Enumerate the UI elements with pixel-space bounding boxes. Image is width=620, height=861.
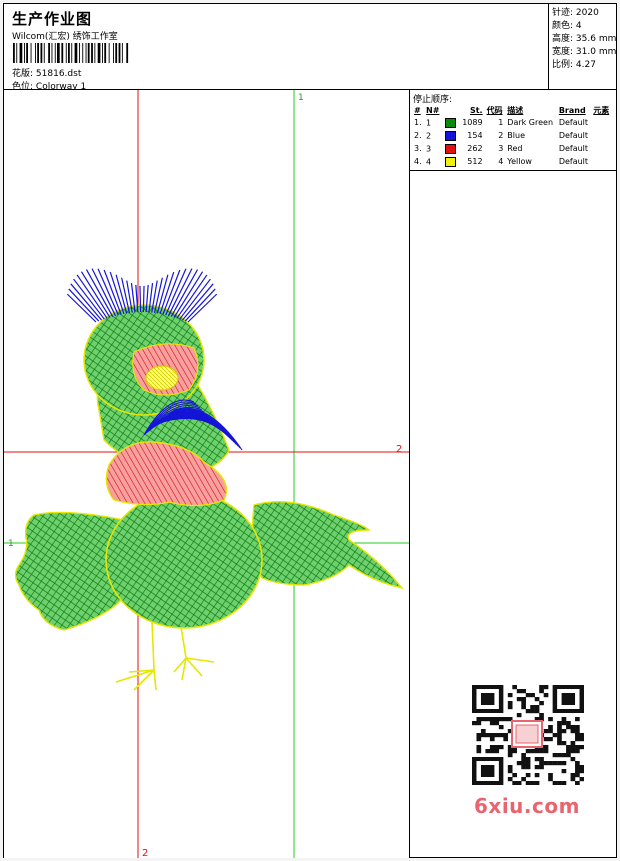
axis-label-top: 1	[298, 93, 304, 103]
axis-label-right: 2	[396, 444, 402, 455]
row-brand: Default	[558, 131, 589, 140]
row-number: 3	[424, 142, 459, 155]
thread-color-swatch	[445, 143, 457, 154]
design-file-label: 花版:	[12, 69, 34, 79]
row-code: 3	[498, 144, 504, 153]
design-preview: 1 2 1 2	[4, 90, 409, 858]
thread-color-swatch	[445, 156, 457, 167]
rooster-eye	[145, 365, 179, 391]
watermark-logo: 6xiu.com	[474, 794, 580, 818]
row-code: 2	[498, 131, 504, 140]
row-index: 1.	[414, 118, 422, 127]
col-description: 描述	[507, 105, 524, 115]
row-element	[591, 116, 612, 129]
page-title: 生产作业图	[12, 10, 93, 28]
rooster-tail	[251, 501, 404, 590]
comb-stitch	[68, 288, 100, 322]
stat-stitches: 针迹: 2020	[552, 8, 599, 18]
stat-width: 宽度: 31.0 mm	[552, 47, 617, 57]
table-row: 2. 2 154 2 Blue Default	[412, 129, 612, 142]
embroidery-drawing: 1 2 1 2	[4, 90, 409, 858]
row-stitches: 512	[467, 157, 483, 166]
production-sheet: 生产作业图 Wilcom(汇宏) 绣饰工作室 花版: 51816.dst 色位:…	[3, 3, 617, 858]
axis-label-bottom: 2	[142, 848, 148, 858]
comb-stitch	[162, 269, 181, 315]
stop-sequence-table: # N# St. 代码 描述 Brand 元素 1. 1 1089 1 Dark Gre…	[412, 104, 612, 168]
design-file-name: 51816.dst	[35, 69, 82, 79]
row-stitches: 262	[467, 144, 483, 153]
thread-color-swatch	[445, 130, 457, 141]
col-brand: Brand	[558, 105, 586, 115]
table-row: 1. 1 1089 1 Dark Green Default	[412, 116, 612, 129]
row-code: 4	[498, 157, 504, 166]
row-brand: Default	[558, 118, 589, 127]
company-name: Wilcom(汇宏) 绣饰工作室	[12, 32, 118, 42]
design-file-line: 花版: 51816.dst	[12, 66, 81, 79]
col-code: 代码	[486, 105, 503, 115]
row-number: 2	[424, 129, 459, 142]
table-row: 3. 3 262 3 Red Default	[412, 142, 612, 155]
stat-colors: 颜色: 4	[552, 21, 582, 31]
comb-stitch	[103, 269, 122, 315]
row-element	[591, 142, 612, 155]
row-description: Dark Green	[507, 118, 554, 127]
rooster-body	[105, 491, 263, 629]
stop-sequence-panel: 停止顺序: # N# St. 代码 描述 Brand 元素 1. 1 1089 1 Da…	[409, 90, 616, 858]
table-header: # N# St. 代码 描述 Brand 元素	[412, 104, 612, 116]
row-description: Blue	[507, 131, 525, 140]
row-index: 3.	[414, 144, 422, 153]
row-description: Red	[507, 144, 523, 153]
rooster-legs	[115, 619, 215, 691]
row-number: 1	[424, 116, 459, 129]
row-code: 1	[498, 118, 504, 127]
qr-code	[472, 685, 584, 785]
row-stitches: 1089	[462, 118, 483, 127]
row-brand: Default	[558, 144, 589, 153]
barcode	[13, 43, 129, 63]
row-element	[591, 129, 612, 142]
col-stitches: St.	[469, 105, 483, 115]
row-index: 2.	[414, 131, 422, 140]
design-stats: 针迹: 2020 颜色: 4 高度: 35.6 mm 宽度: 31.0 mm 比…	[548, 4, 616, 90]
stat-height: 高度: 35.6 mm	[552, 34, 617, 44]
row-description: Yellow	[507, 157, 532, 166]
axis-label-left: 1	[8, 539, 14, 549]
row-stitches: 154	[467, 131, 483, 140]
row-number: 4	[424, 155, 459, 168]
col-number: N#	[426, 105, 440, 115]
comb-stitch	[184, 288, 216, 322]
table-row: 4. 4 512 4 Yellow Default	[412, 155, 612, 168]
row-element	[591, 155, 612, 168]
comb-stitch	[142, 285, 145, 313]
header-info: 生产作业图 Wilcom(汇宏) 绣饰工作室 花版: 51816.dst 色位:…	[8, 8, 548, 93]
thread-color-swatch	[445, 117, 457, 128]
panel-divider	[410, 170, 616, 171]
row-brand: Default	[558, 157, 589, 166]
row-index: 4.	[414, 157, 422, 166]
col-element: 元素	[593, 105, 610, 115]
col-index: #	[414, 105, 421, 115]
comb-stitch	[139, 285, 142, 313]
stat-scale: 比例: 4.27	[552, 60, 596, 70]
